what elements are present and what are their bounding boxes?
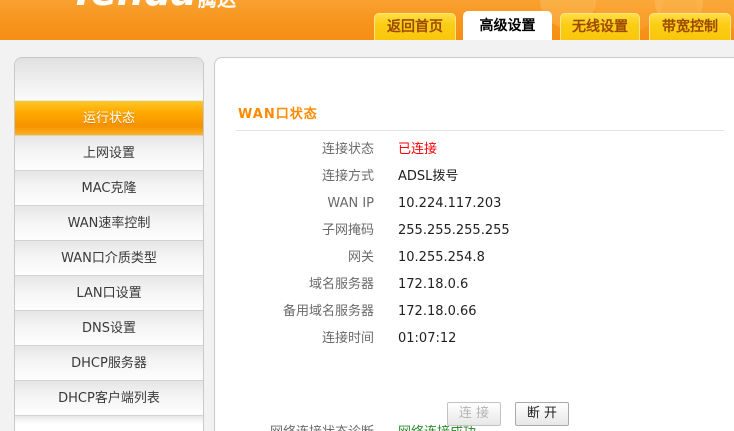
tab-bandwidth-control[interactable]: 带宽控制 [649, 13, 731, 40]
row-value: 172.18.0.6 [398, 277, 469, 292]
status-row-backup-dns-server: 备用域名服务器 172.18.0.66 [215, 298, 734, 325]
sidebar-item-wan-speed-control[interactable]: WAN速率控制 [15, 205, 203, 240]
row-value: 255.255.255.255 [398, 223, 510, 238]
sidebar-item-internet-settings[interactable]: 上网设置 [15, 135, 203, 170]
sidebar-item-wan-media-type[interactable]: WAN口介质类型 [15, 240, 203, 275]
tab-return-home[interactable]: 返回首页 [374, 13, 456, 40]
page-title: WAN口状态 [238, 107, 318, 122]
sidebar-menu: 运行状态 上网设置 MAC克隆 WAN速率控制 WAN口介质类型 LAN口设置 … [14, 57, 204, 431]
row-value: 10.224.117.203 [398, 196, 502, 211]
tab-wireless-settings[interactable]: 无线设置 [560, 13, 640, 40]
disconnect-button[interactable]: 断 开 [515, 402, 569, 426]
row-label: 备用域名服务器 [282, 304, 374, 319]
status-row-subnet-mask: 子网掩码 255.255.255.255 [215, 217, 734, 244]
row-label: 域名服务器 [308, 277, 374, 292]
wan-status-table: 连接状态 已连接 连接方式 ADSL拨号 WAN IP 10.224.117.2… [215, 136, 734, 352]
status-row-connection-state: 连接状态 已连接 [215, 136, 734, 163]
app-header: Tenda 腾达 返回首页 高级设置 无线设置 带宽控制 [0, 0, 734, 40]
tenda-logo: Tenda [70, 0, 197, 11]
row-value: ADSL拨号 [398, 169, 459, 184]
status-row-connection-type: 连接方式 ADSL拨号 [215, 163, 734, 190]
sidebar-header-cap [15, 58, 203, 100]
row-value: 172.18.0.66 [398, 304, 477, 319]
sidebar-item-dhcp-client-list[interactable]: DHCP客户端列表 [15, 380, 203, 415]
connect-button[interactable]: 连 接 [447, 402, 501, 426]
row-value: 已连接 [398, 142, 438, 157]
row-label: 连接时间 [321, 331, 374, 346]
sidebar-item-dhcp-server[interactable]: DHCP服务器 [15, 345, 203, 380]
main-content-panel: WAN口状态 连接状态 已连接 连接方式 ADSL拨号 WAN IP 10.22… [214, 57, 734, 431]
row-label: 子网掩码 [321, 223, 374, 238]
row-label: WAN IP [327, 196, 374, 211]
tab-advanced-settings[interactable]: 高级设置 [463, 11, 552, 40]
action-buttons: 连 接 断 开 [215, 402, 734, 426]
status-row-gateway: 网关 10.255.254.8 [215, 244, 734, 271]
row-value: 01:07:12 [398, 331, 457, 346]
row-value: 10.255.254.8 [398, 250, 485, 265]
row-label: 网关 [347, 250, 374, 265]
sidebar-item-partial[interactable] [15, 415, 203, 424]
title-divider [236, 130, 724, 131]
row-label: 连接方式 [321, 169, 374, 184]
sidebar-item-running-status[interactable]: 运行状态 [15, 100, 203, 135]
sidebar-item-mac-clone[interactable]: MAC克隆 [15, 170, 203, 205]
sidebar-item-dns-settings[interactable]: DNS设置 [15, 310, 203, 345]
sidebar-item-lan-settings[interactable]: LAN口设置 [15, 275, 203, 310]
status-row-wan-ip: WAN IP 10.224.117.203 [215, 190, 734, 217]
row-label: 连接状态 [321, 142, 374, 157]
status-row-connection-time: 连接时间 01:07:12 [215, 325, 734, 352]
tenda-logo-chinese: 腾达 [198, 0, 237, 11]
status-row-dns-server: 域名服务器 172.18.0.6 [215, 271, 734, 298]
